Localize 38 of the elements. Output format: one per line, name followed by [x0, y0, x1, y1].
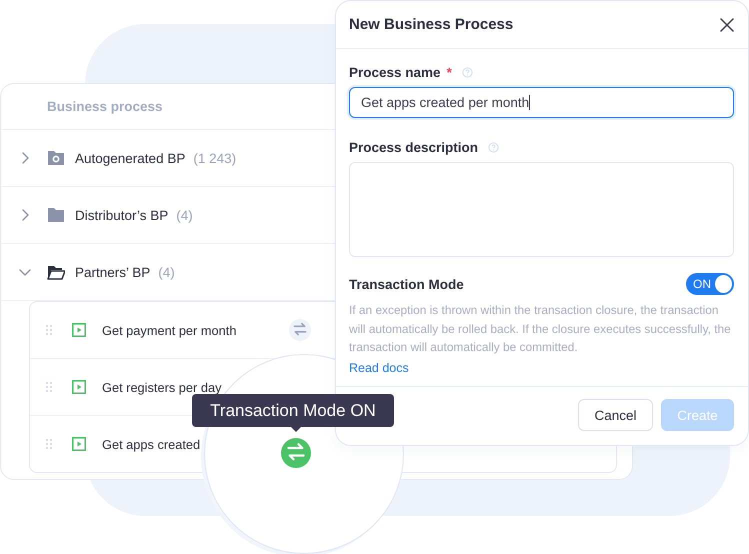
gear-folder-icon [47, 150, 65, 166]
read-docs-link[interactable]: Read docs [349, 360, 409, 374]
cancel-button[interactable]: Cancel [578, 399, 653, 431]
play-icon [72, 323, 86, 337]
dialog-title: New Business Process [349, 16, 514, 33]
help-text: If an exception is thrown within the transaction closure, the transaction will automatically be rolled back. If the closure executes successfully, the transaction will automatically be committed. [349, 302, 732, 356]
swap-icon[interactable] [289, 319, 311, 341]
folder-name[interactable]: Distributor’s BP [75, 208, 168, 222]
drag-handle-icon[interactable] [46, 382, 52, 392]
toggle-switch[interactable]: ON [686, 273, 734, 295]
process-name[interactable]: Get registers per day [102, 380, 222, 394]
help-icon[interactable] [488, 142, 500, 152]
folder-icon [47, 207, 65, 223]
swap-icon[interactable] [281, 438, 311, 468]
close-icon[interactable] [720, 18, 734, 32]
required-mark: * [446, 64, 452, 80]
folder-name[interactable]: Partners’ BP [75, 264, 150, 280]
process-name[interactable]: Get payment per month [102, 322, 289, 338]
toggle-label: Transaction Mode [349, 276, 464, 292]
play-icon [72, 380, 86, 394]
item-count: (4) [176, 208, 193, 222]
process-name[interactable]: Get apps created [102, 436, 200, 452]
tooltip-pointer-icon [291, 427, 301, 432]
play-icon [72, 437, 86, 451]
drag-handle-icon[interactable] [46, 325, 52, 335]
tooltip: Transaction Mode ON [192, 394, 394, 427]
field-label: Process description [349, 140, 478, 154]
text-cursor-icon [529, 95, 530, 110]
item-count: (4) [158, 264, 175, 280]
folder-name[interactable]: Autogenerated BP [75, 150, 186, 166]
textarea-field[interactable] [349, 162, 734, 257]
field-label: Process name [349, 64, 441, 80]
item-count: (1 243) [193, 150, 236, 166]
input-field[interactable]: Get apps created per month [349, 87, 734, 118]
open-folder-icon [47, 264, 65, 280]
help-icon[interactable] [462, 66, 473, 78]
drag-handle-icon[interactable] [46, 439, 52, 449]
panel-header: Business process [47, 99, 163, 114]
